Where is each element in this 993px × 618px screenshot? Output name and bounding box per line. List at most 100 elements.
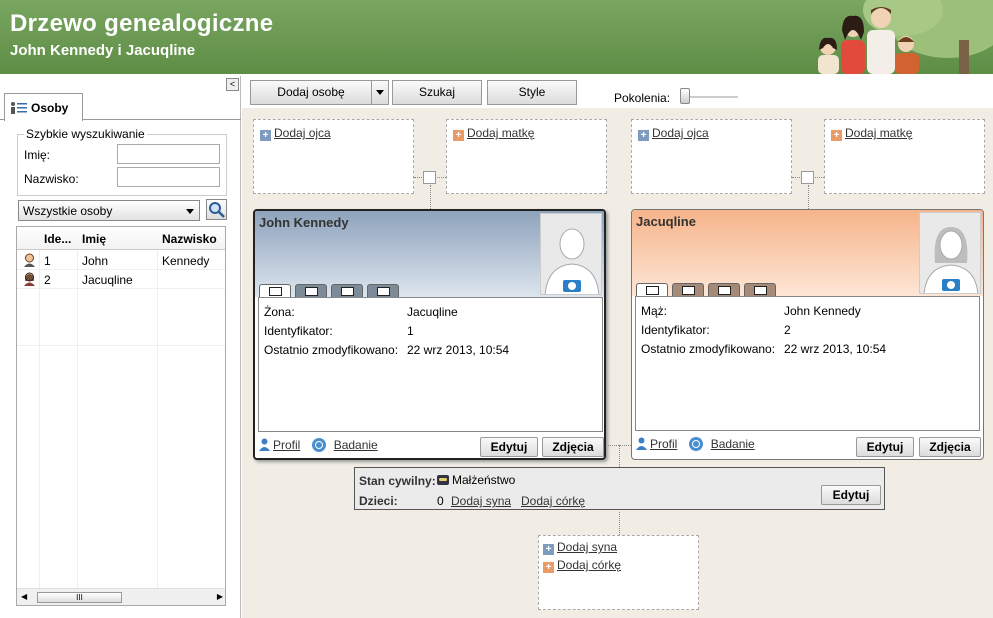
male-person-icon [24,253,35,267]
card-tab-summary[interactable] [636,283,668,297]
person-filter-select[interactable]: Wszystkie osoby [18,200,200,221]
card-tab-notes[interactable] [744,283,776,297]
photos-button[interactable]: Zdjęcia [542,437,604,457]
add-person-dropdown[interactable] [371,81,388,104]
person-card-header: John Kennedy [255,211,604,298]
add-son-link[interactable]: Dodaj syna [451,494,511,508]
row-last-name: Kennedy [162,254,210,268]
toolbar: Dodaj osobę Szukaj Style Pokolenia: [242,76,993,108]
col-header-first-name[interactable]: Imię [82,232,106,246]
add-mother-link[interactable]: Dodaj matkę [845,126,912,140]
field-value: 22 wrz 2013, 10:54 [784,342,887,356]
research-icon [688,437,703,451]
plus-icon: + [543,544,554,555]
person-photo[interactable] [919,212,981,294]
tab-osoby-label: Osoby [31,101,69,115]
people-list-icon [11,102,27,114]
table-row[interactable] [17,327,225,346]
generations-label: Pokolenia: [614,91,671,105]
page-title: Drzewo genealogiczne [10,10,274,37]
add-father-link[interactable]: Dodaj ojca [652,126,709,140]
first-name-input[interactable] [117,144,220,164]
generations-slider[interactable] [680,88,740,104]
add-son-link[interactable]: Dodaj syna [557,540,617,554]
table-row[interactable]: 2 Jacuqline [17,270,225,289]
card-tab-notes[interactable] [367,284,399,298]
marriage-info: Stan cywilny: Małżeństwo Dzieci: 0 Dodaj… [354,467,885,510]
add-mother-link[interactable]: Dodaj matkę [467,126,534,140]
add-person-button[interactable]: Dodaj osobę [250,80,389,105]
last-name-input[interactable] [117,167,220,187]
field-label: Żona: [264,305,295,319]
connector-line [430,185,431,209]
field-value: John Kennedy [784,304,861,318]
id-card-icon [269,287,282,296]
col-header-last-name[interactable]: Nazwisko [162,232,217,246]
card-tab-summary[interactable] [259,284,291,298]
edit-button[interactable]: Edytuj [480,437,538,457]
col-header-id[interactable]: Ide... [44,232,71,246]
heart-icon [377,287,390,296]
page-subtitle: John Kennedy i Jacuqline [10,42,196,59]
list-icon [305,287,318,296]
tab-osoby[interactable]: Osoby [4,93,83,121]
field-value: Jacuqline [407,305,458,319]
card-tab-contact[interactable] [331,284,363,298]
connector-line [619,512,620,535]
edit-button[interactable]: Edytuj [856,437,914,457]
people-grid: Ide... Imię Nazwisko 1 John Kennedy 2 Ja… [16,226,226,606]
building-icon [341,287,354,296]
last-name-label: Nazwisko: [24,172,79,186]
styles-button[interactable]: Style [487,80,577,105]
female-person-icon [24,272,35,286]
add-daughter-link[interactable]: Dodaj córkę [557,558,621,572]
card-tab-details[interactable] [672,283,704,297]
children-count: 0 [437,494,444,508]
connector-line [808,185,809,209]
profile-link[interactable]: Profil [273,438,300,452]
field-label: Mąż: [641,304,668,318]
parents-connector [801,171,814,184]
parents-connector [423,171,436,184]
grid-horizontal-scrollbar[interactable]: ◀ III ▶ [17,588,225,605]
card-tab-details[interactable] [295,284,327,298]
field-label: Ostatnio zmodyfikowano: [641,342,776,356]
row-first-name: Jacuqline [82,273,133,287]
grid-header: Ide... Imię Nazwisko [17,227,225,250]
card-tab-contact[interactable] [708,283,740,297]
search-button[interactable] [206,199,227,220]
search-button-toolbar[interactable]: Szukaj [392,80,482,105]
person-name: Jacuqline [636,214,696,229]
left-tab-bar: Osoby [0,92,241,121]
plus-icon: + [638,130,649,141]
photos-button[interactable]: Zdjęcia [919,437,981,457]
add-children-placeholder: + Dodaj syna + Dodaj córkę [538,535,699,610]
collapse-panel-button[interactable]: < [226,78,239,91]
person-details: Żona: Jacuqline Identyfikator: 1 Ostatni… [258,297,603,432]
add-father-link[interactable]: Dodaj ojca [274,126,331,140]
id-card-icon [646,286,659,295]
scroll-right-icon[interactable]: ▶ [217,592,223,601]
add-daughter-link[interactable]: Dodaj córkę [521,494,585,508]
research-link[interactable]: Badanie [711,437,755,451]
app-header: Drzewo genealogiczne John Kennedy i Jacu… [0,0,993,74]
table-row[interactable]: 1 John Kennedy [17,251,225,270]
field-value: 2 [784,323,791,337]
person-photo[interactable] [540,213,602,295]
person-card-jacuqline[interactable]: Jacuqline Mąż: John Kennedy Identyfikato… [631,209,984,460]
edit-marriage-button[interactable]: Edytuj [821,485,881,505]
chevron-down-icon [376,90,384,95]
slider-knob[interactable] [680,88,690,104]
field-label: Identyfikator: [641,323,710,337]
profile-link[interactable]: Profil [650,437,677,451]
connector-line [619,445,620,467]
add-father-placeholder-1: + Dodaj ojca [253,119,414,194]
card-footer: Profil Badanie [259,438,386,452]
row-id: 2 [44,273,51,287]
person-card-john[interactable]: John Kennedy Żona: Jacuqline Identyfikat… [253,209,606,460]
marital-status-value: Małżeństwo [452,473,516,487]
scroll-thumb[interactable]: III [37,592,122,603]
field-value: 22 wrz 2013, 10:54 [407,343,510,357]
research-link[interactable]: Badanie [334,438,378,452]
scroll-left-icon[interactable]: ◀ [21,592,27,601]
